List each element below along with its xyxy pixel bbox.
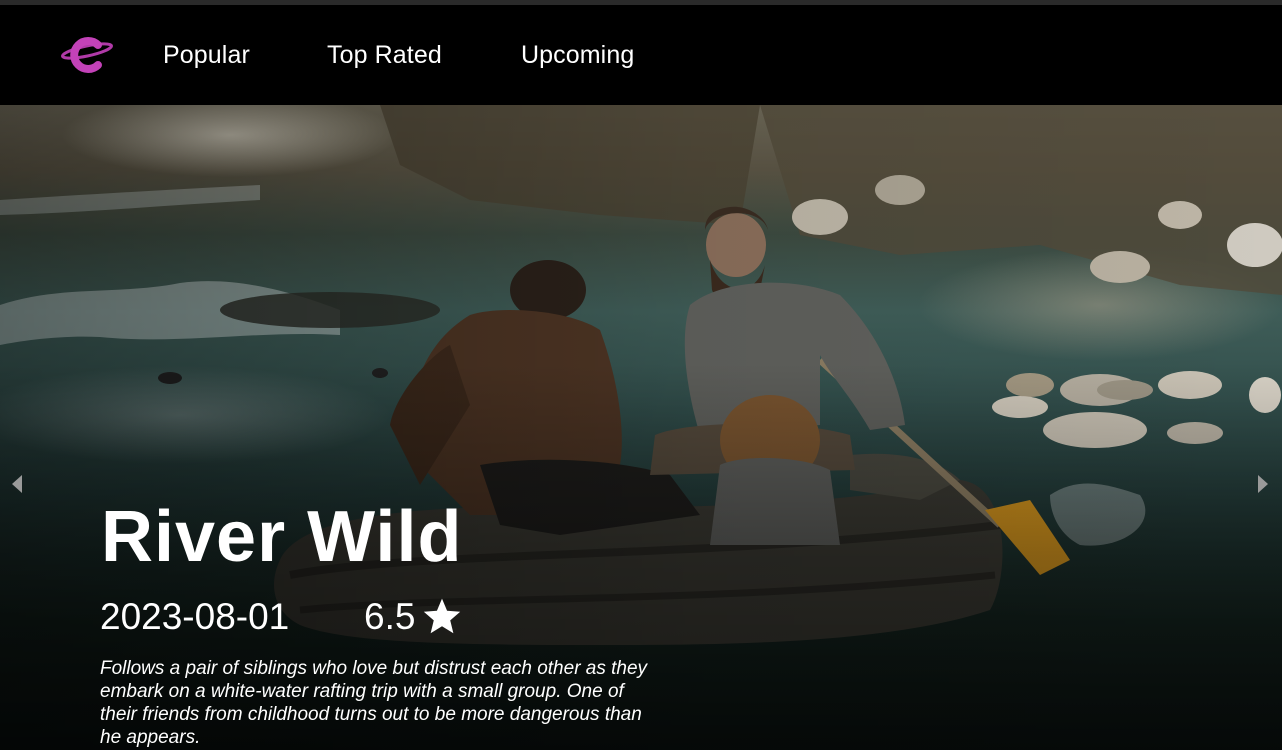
nav-link-top-rated[interactable]: Top Rated	[327, 41, 442, 70]
star-icon	[423, 598, 461, 634]
movie-overview: Follows a pair of siblings who love but …	[100, 658, 648, 748]
rating-value: 6.5	[364, 596, 416, 637]
nav-link-popular[interactable]: Popular	[163, 41, 250, 70]
carousel-next-button[interactable]	[1256, 472, 1270, 496]
carousel-prev-button[interactable]	[10, 472, 24, 496]
hero-gradient-overlay	[0, 105, 1282, 750]
release-date: 2023-08-01	[100, 596, 290, 637]
navbar: Popular Top Rated Upcoming	[0, 5, 1282, 105]
nav-link-upcoming[interactable]: Upcoming	[521, 41, 634, 70]
movie-title: River Wild	[101, 497, 463, 577]
caret-left-icon	[12, 475, 22, 493]
caret-right-icon	[1258, 475, 1268, 493]
hero-banner: River Wild 2023-08-01 6.5 Follows a pair…	[0, 105, 1282, 750]
planet-c-logo-icon[interactable]	[60, 37, 116, 73]
